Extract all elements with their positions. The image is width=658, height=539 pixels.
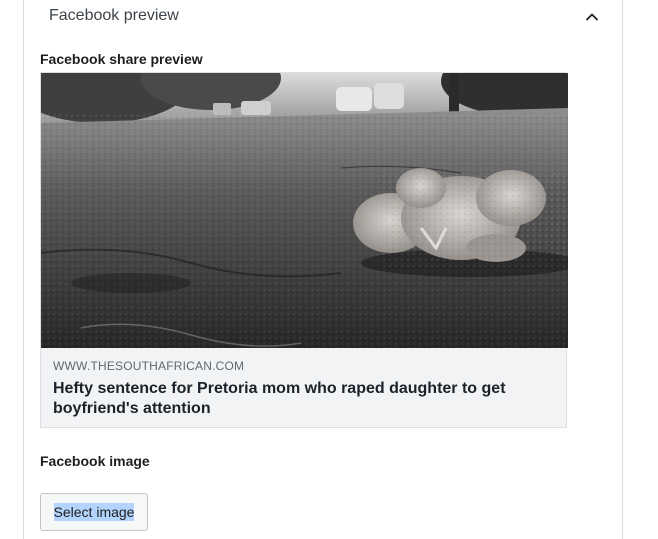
facebook-image-label: Facebook image bbox=[40, 453, 150, 469]
select-image-button-label: Select image bbox=[53, 503, 135, 521]
share-meta: WWW.THESOUTHAFRICAN.COM Hefty sentence f… bbox=[53, 359, 553, 419]
select-image-button[interactable]: Select image bbox=[40, 493, 148, 531]
panel-header[interactable]: Facebook preview bbox=[25, 0, 622, 35]
panel-title: Facebook preview bbox=[49, 7, 179, 24]
share-image bbox=[41, 73, 568, 348]
share-preview-label: Facebook share preview bbox=[40, 51, 203, 67]
share-image-art bbox=[41, 73, 568, 348]
facebook-share-card: WWW.THESOUTHAFRICAN.COM Hefty sentence f… bbox=[40, 72, 568, 428]
share-headline: Hefty sentence for Pretoria mom who rape… bbox=[53, 380, 506, 417]
chevron-up-icon[interactable] bbox=[584, 9, 600, 25]
share-domain: WWW.THESOUTHAFRICAN.COM bbox=[53, 359, 245, 373]
